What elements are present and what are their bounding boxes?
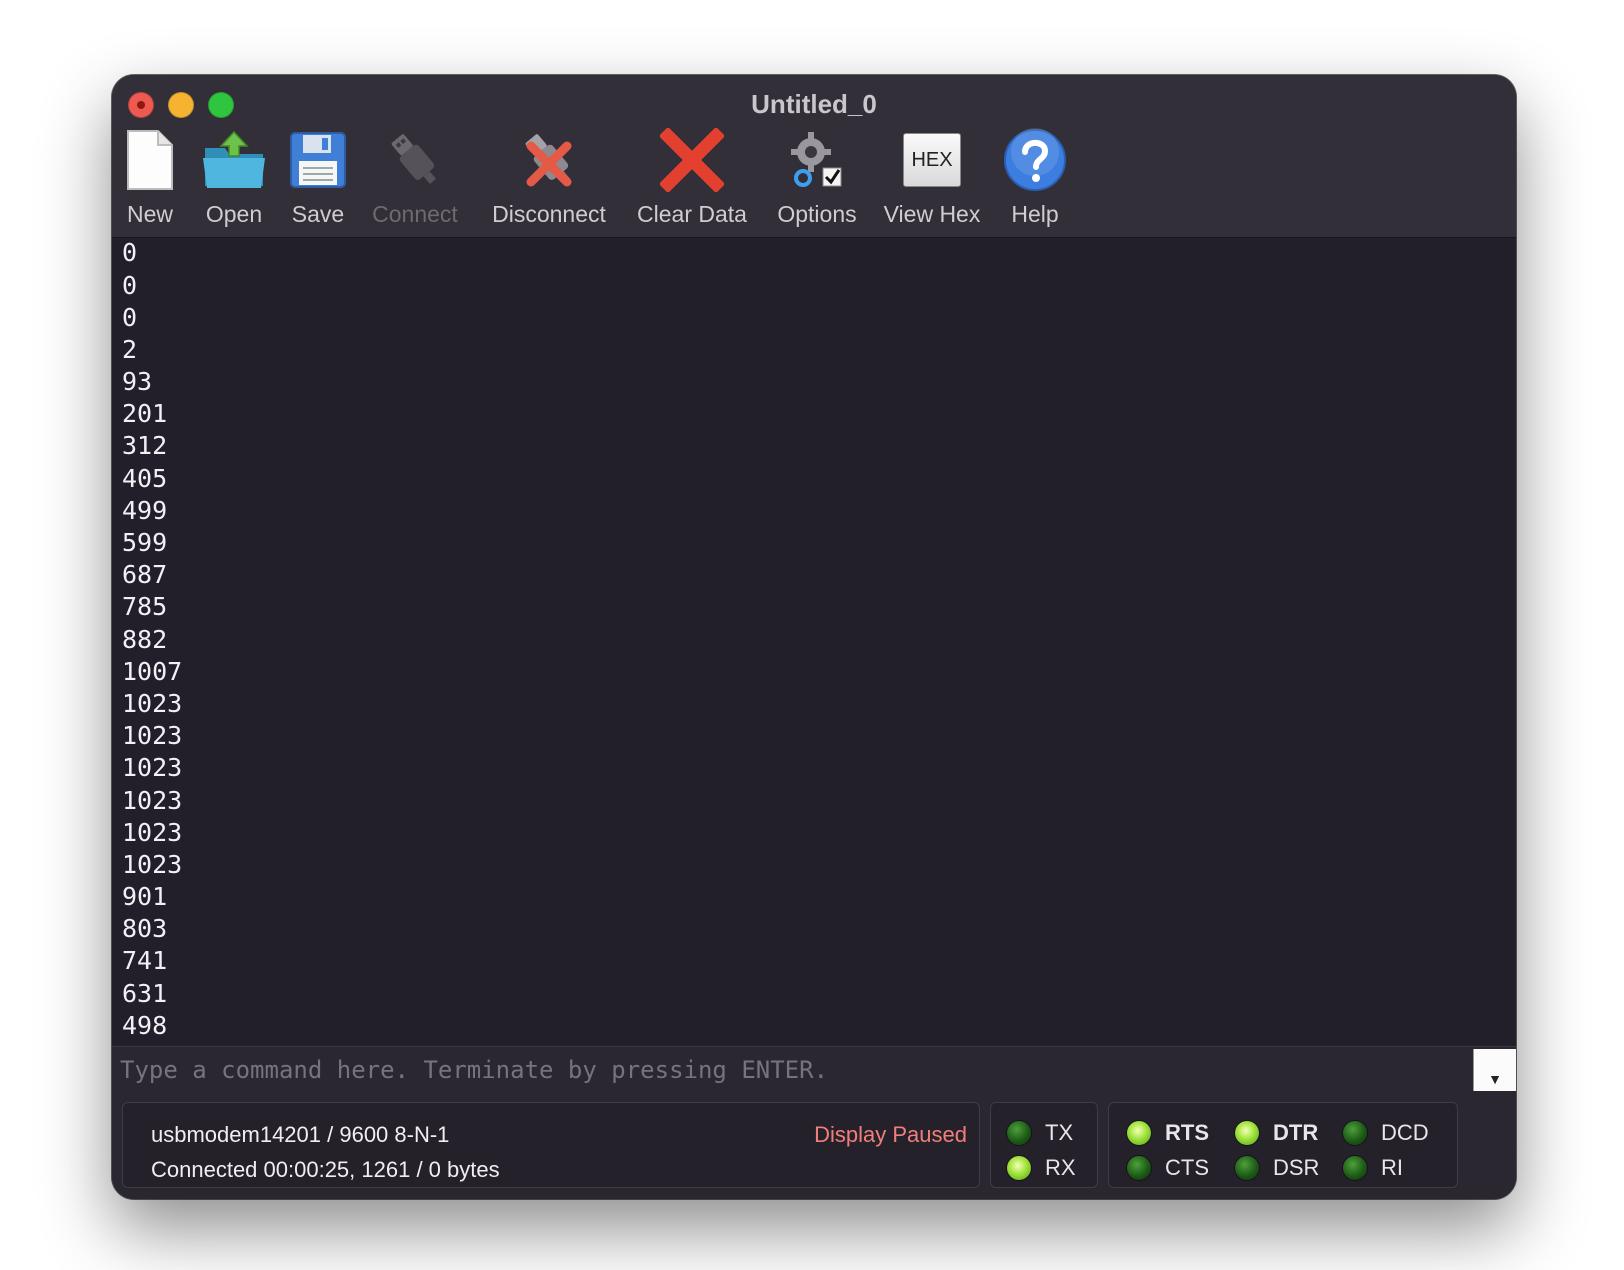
terminal-line: 882	[122, 624, 168, 654]
connection-info-panel: usbmodem14201 / 9600 8-N-1 Connected 00:…	[122, 1102, 980, 1188]
gear-icon	[782, 125, 852, 195]
terminal-line: 631	[122, 978, 168, 1008]
terminal-line: 1007	[122, 656, 183, 686]
connect-button[interactable]: Connect	[368, 125, 462, 231]
dcd-label: DCD	[1381, 1120, 1429, 1145]
terminal-line: 1023	[122, 817, 183, 847]
terminal-line: 599	[122, 528, 168, 557]
ri-led-icon	[1343, 1156, 1367, 1180]
terminal-line: 803	[122, 914, 168, 944]
disconnect-label: Disconnect	[492, 201, 606, 227]
open-label: Open	[205, 201, 263, 227]
usb-plug-icon	[380, 125, 450, 195]
display-paused-status[interactable]: Display Paused	[814, 1122, 967, 1148]
command-input[interactable]	[112, 1047, 1472, 1092]
red-x-icon	[657, 125, 727, 195]
terminal-line: 498	[122, 1010, 168, 1040]
terminal-line: 1023	[122, 753, 183, 783]
view-hex-label: View Hex	[883, 201, 981, 227]
terminal-line: 201	[122, 399, 168, 429]
help-question-icon	[1000, 125, 1070, 195]
led-tx: TX	[1007, 1120, 1073, 1146]
tx-led-icon	[1007, 1121, 1031, 1145]
terminal-line: 741	[122, 946, 168, 976]
terminal-line: 1023	[122, 849, 183, 879]
terminal-line: 2	[122, 334, 138, 364]
rx-led-icon	[1007, 1156, 1031, 1180]
terminal-lines: 0000293201312405499599687785882100710231…	[122, 238, 182, 1042]
terminal-line: 687	[122, 560, 168, 590]
new-label: New	[126, 201, 173, 227]
chevron-down-icon: ▼	[1488, 1071, 1502, 1087]
cts-led-icon	[1127, 1156, 1151, 1180]
open-folder-icon	[199, 125, 269, 195]
led-dtr[interactable]: DTR	[1235, 1120, 1318, 1146]
led-rts[interactable]: RTS	[1127, 1120, 1209, 1146]
ri-label: RI	[1381, 1155, 1403, 1180]
dtr-led-icon	[1235, 1121, 1259, 1145]
new-button[interactable]: New	[116, 125, 184, 231]
dtr-label: DTR	[1273, 1120, 1319, 1145]
rts-label: RTS	[1165, 1120, 1209, 1145]
save-button[interactable]: Save	[282, 125, 354, 231]
terminal-line: 93	[122, 367, 153, 397]
led-cts: CTS	[1127, 1155, 1209, 1181]
connect-label: Connect	[372, 201, 458, 227]
dsr-label: DSR	[1273, 1155, 1320, 1180]
new-document-icon	[115, 125, 185, 195]
rts-led-icon	[1127, 1121, 1151, 1145]
terminal-line: 901	[122, 882, 168, 912]
control-lines-panel: RTS DTR DCD CTS DSR RI	[1108, 1102, 1458, 1188]
terminal-line: 405	[122, 463, 168, 493]
disconnect-button[interactable]: Disconnect	[490, 125, 608, 231]
help-button[interactable]: Help	[1000, 125, 1070, 231]
dcd-led-icon	[1343, 1121, 1367, 1145]
terminal-line: 312	[122, 431, 168, 461]
app-window: Untitled_0 New Open Save Connect Disconn…	[112, 75, 1516, 1199]
help-label: Help	[1011, 201, 1059, 227]
led-rx: RX	[1007, 1155, 1076, 1181]
led-dcd: DCD	[1343, 1120, 1429, 1146]
terminal-line: 0	[122, 270, 138, 300]
hex-icon: HEX	[897, 125, 967, 195]
command-history-dropdown[interactable]: ▼	[1473, 1049, 1516, 1091]
view-hex-button[interactable]: HEX View Hex	[882, 125, 982, 231]
options-button[interactable]: Options	[772, 125, 862, 231]
options-label: Options	[777, 201, 857, 227]
floppy-disk-icon	[283, 125, 353, 195]
disconnect-plug-icon	[514, 125, 584, 195]
hex-icon-text: HEX	[903, 133, 961, 187]
cts-label: CTS	[1165, 1155, 1209, 1180]
window-title: Untitled_0	[751, 89, 877, 119]
save-label: Save	[291, 201, 345, 227]
port-info: usbmodem14201 / 9600 8-N-1	[151, 1122, 450, 1147]
terminal-line: 499	[122, 495, 168, 525]
open-button[interactable]: Open	[196, 125, 272, 231]
led-dsr: DSR	[1235, 1155, 1319, 1181]
terminal-line: 0	[122, 302, 138, 332]
tx-label: TX	[1045, 1120, 1074, 1145]
terminal-line: 1023	[122, 688, 183, 718]
terminal-line: 1023	[122, 785, 183, 815]
tx-rx-panel: TX RX	[990, 1102, 1098, 1188]
clear-data-label: Clear Data	[637, 201, 747, 227]
dsr-led-icon	[1235, 1156, 1259, 1180]
terminal-line: 785	[122, 592, 168, 622]
rx-label: RX	[1045, 1155, 1076, 1180]
clear-data-button[interactable]: Clear Data	[636, 125, 748, 231]
command-row: ▼	[112, 1046, 1516, 1093]
terminal-line: 0	[122, 238, 138, 268]
led-ri: RI	[1343, 1155, 1403, 1181]
connection-info: Connected 00:00:25, 1261 / 0 bytes	[151, 1157, 500, 1182]
status-bar: usbmodem14201 / 9600 8-N-1 Connected 00:…	[112, 1092, 1516, 1199]
title-bar: Untitled_0 New Open Save Connect Disconn…	[112, 75, 1516, 238]
terminal-output[interactable]: 0000293201312405499599687785882100710231…	[112, 238, 1516, 1046]
terminal-line: 1023	[122, 721, 183, 751]
